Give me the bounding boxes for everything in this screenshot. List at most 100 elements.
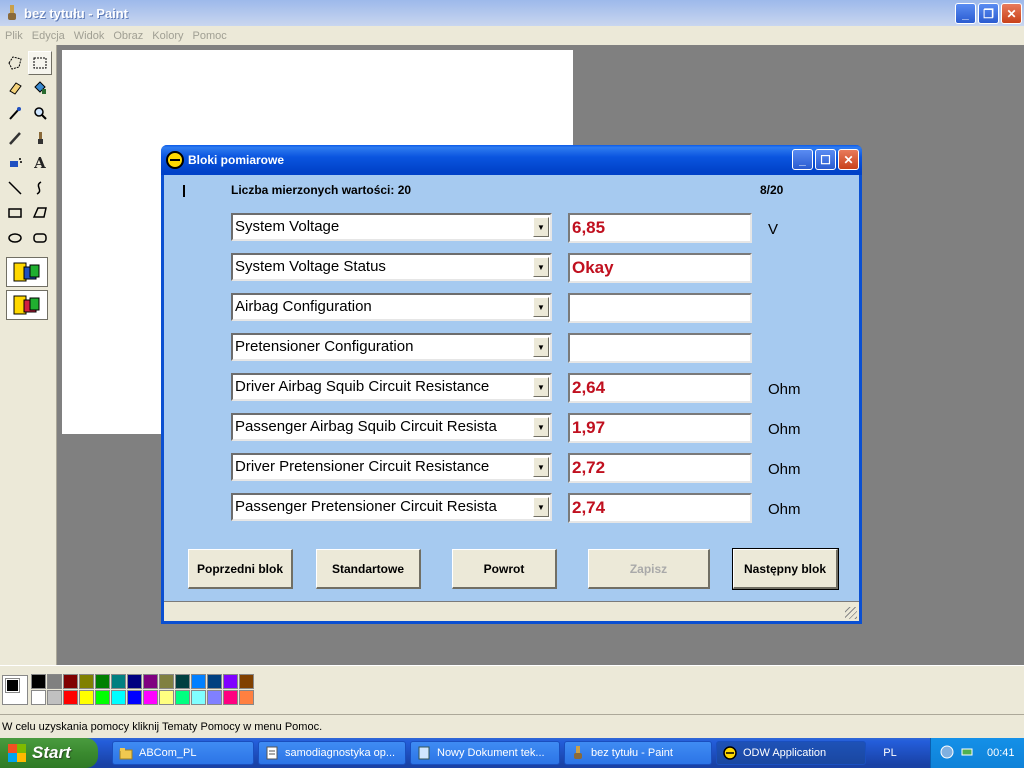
parameter-select[interactable]: System Voltage ▼ [231,213,552,241]
tool-option-opaque-icon[interactable] [6,257,48,287]
chevron-down-icon[interactable]: ▼ [533,257,549,277]
rect-select-icon[interactable] [28,51,52,75]
palette-swatch[interactable] [111,674,126,689]
palette-swatch[interactable] [207,674,222,689]
palette-swatch[interactable] [31,690,46,705]
palette-swatch[interactable] [63,674,78,689]
parameter-select[interactable]: Driver Pretensioner Circuit Resistance ▼ [231,453,552,481]
palette-swatch[interactable] [239,674,254,689]
palette-swatch[interactable] [47,690,62,705]
parameter-select[interactable]: Passenger Pretensioner Circuit Resista ▼ [231,493,552,521]
menu-kolory[interactable]: Kolory [152,30,183,42]
palette-swatch[interactable] [95,690,110,705]
polygon-icon[interactable] [28,201,52,225]
palette-swatch[interactable] [159,674,174,689]
minimize-button[interactable]: _ [955,3,976,24]
color-picker-icon[interactable] [3,101,27,125]
palette-swatch[interactable] [143,674,158,689]
taskbar-item-odw-application[interactable]: ODW Application [716,741,866,765]
save-button[interactable]: Zapisz [588,549,710,589]
eraser-icon[interactable] [3,76,27,100]
language-indicator[interactable]: PL [872,738,908,768]
rectangle-icon[interactable] [3,201,27,225]
safely-remove-icon[interactable] [959,744,975,763]
current-colors[interactable] [2,675,28,705]
palette-swatch[interactable] [79,690,94,705]
parameter-select[interactable]: Airbag Configuration ▼ [231,293,552,321]
chevron-down-icon[interactable]: ▼ [533,217,549,237]
dialog-minimize-button[interactable]: _ [792,149,813,170]
chevron-down-icon[interactable]: ▼ [533,417,549,437]
menu-widok[interactable]: Widok [74,30,105,42]
menu-obraz[interactable]: Obraz [113,30,143,42]
clock[interactable]: 00:41 [987,747,1015,759]
parameter-select[interactable]: Driver Airbag Squib Circuit Resistance ▼ [231,373,552,401]
palette-swatch[interactable] [239,690,254,705]
palette-swatch[interactable] [111,690,126,705]
menu-edycja[interactable]: Edycja [32,30,65,42]
resize-grip-icon[interactable] [845,607,857,619]
dialog-close-button[interactable]: ✕ [838,149,859,170]
palette-swatch[interactable] [143,690,158,705]
palette-swatch[interactable] [31,674,46,689]
chevron-down-icon[interactable]: ▼ [533,337,549,357]
next-block-button[interactable]: Następny blok [732,548,839,590]
opel-logo-icon [166,151,184,169]
start-button[interactable]: Start [0,738,98,768]
palette-swatch[interactable] [191,690,206,705]
parameter-select[interactable]: Pretensioner Configuration ▼ [231,333,552,361]
pencil-icon[interactable] [3,126,27,150]
palette-swatch[interactable] [191,674,206,689]
palette-swatch[interactable] [223,690,238,705]
chevron-down-icon[interactable]: ▼ [533,497,549,517]
menu-pomoc[interactable]: Pomoc [192,30,226,42]
parameter-select[interactable]: Passenger Airbag Squib Circuit Resista ▼ [231,413,552,441]
parameter-select[interactable]: System Voltage Status ▼ [231,253,552,281]
palette-swatch[interactable] [223,674,238,689]
window-controls: _ ❐ ✕ [955,3,1022,24]
unit-label: Ohm [768,381,801,398]
standard-button[interactable]: Standartowe [316,549,421,589]
palette-swatch[interactable] [127,674,142,689]
chevron-down-icon[interactable]: ▼ [533,377,549,397]
close-button[interactable]: ✕ [1001,3,1022,24]
value-field: 1,97 [568,413,752,443]
menu-plik[interactable]: Plik [5,30,23,42]
palette-swatch[interactable] [175,674,190,689]
taskbar-item-nowy-dokument[interactable]: Nowy Dokument tek... [410,741,560,765]
rounded-rect-icon[interactable] [28,226,52,250]
palette-swatch[interactable] [175,690,190,705]
ellipse-icon[interactable] [3,226,27,250]
magnifier-icon[interactable] [28,101,52,125]
dialog-title: Bloki pomiarowe [188,153,285,167]
previous-block-button[interactable]: Poprzedni blok [188,549,293,589]
fill-bucket-icon[interactable] [28,76,52,100]
palette-swatch[interactable] [95,674,110,689]
dialog-titlebar[interactable]: Bloki pomiarowe _ ☐ ✕ [161,145,862,175]
tool-option-transparent-icon[interactable] [6,290,48,320]
airbrush-icon[interactable] [3,151,27,175]
free-select-icon[interactable] [3,51,27,75]
dialog-maximize-button[interactable]: ☐ [815,149,836,170]
taskbar-item-samodiagnostyka[interactable]: samodiagnostyka op... [258,741,406,765]
curve-icon[interactable] [28,176,52,200]
palette-swatch[interactable] [159,690,174,705]
taskbar-item-paint[interactable]: bez tytułu - Paint [564,741,712,765]
brush-icon[interactable] [28,126,52,150]
chevron-down-icon[interactable]: ▼ [533,457,549,477]
text-icon[interactable]: A [28,151,52,175]
unit-label: V [768,221,779,238]
taskbar-item-abcom[interactable]: ABCom_PL [112,741,254,765]
chevron-down-icon[interactable]: ▼ [533,297,549,317]
palette-swatch[interactable] [79,674,94,689]
palette-swatch[interactable] [207,690,222,705]
palette-swatch[interactable] [47,674,62,689]
parameter-label: System Voltage [235,218,340,235]
back-button[interactable]: Powrot [452,549,557,589]
network-icon[interactable] [939,744,955,763]
paint-titlebar[interactable]: bez tytułu - Paint _ ❐ ✕ [0,0,1024,26]
palette-swatch[interactable] [63,690,78,705]
palette-swatch[interactable] [127,690,142,705]
line-icon[interactable] [3,176,27,200]
restore-button[interactable]: ❐ [978,3,999,24]
